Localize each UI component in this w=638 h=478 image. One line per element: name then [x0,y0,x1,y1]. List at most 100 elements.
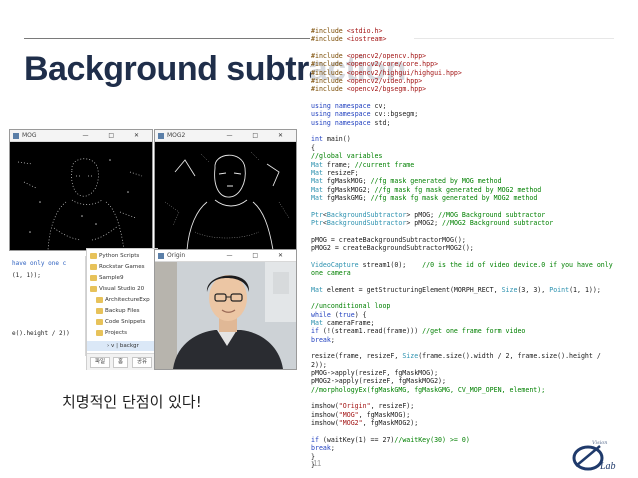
ribbon-file-button[interactable]: 파일 [90,357,111,368]
code-line: Ptr<BackgroundSubtractor> pMOG; //MOG Ba… [311,210,546,219]
folder-icon [96,297,103,303]
origin-window[interactable]: Origin — □ ✕ [154,249,297,370]
logo-mark: Lab Vision [572,440,616,472]
code-line: Mat cameraFrame; [311,319,375,328]
code-line: #include <iostream> [311,35,387,44]
folder-icon [90,275,97,281]
code-editor-fragment[interactable]: have only one c (1, 1)); e().height / 2)… [10,256,86,356]
explorer-breadcrumb[interactable]: › v | backgr [107,341,139,351]
code-line: Mat fgMaskMOG2; //fg mask fg mask genera… [311,185,542,194]
code-line: { [311,143,315,152]
code-line: VideoCapture stream1(0); //0 is the id o… [311,260,617,277]
code-line: if (!(stream1.read(frame))) //get one fr… [311,327,526,336]
code-line: //morphologyEx(fgMaskGMG, fgMaskGMG, CV_… [311,385,546,394]
editor-line: have only one c [12,260,67,267]
code-line: imshow("MOG2", fgMaskMOG2); [311,419,419,428]
folder-icon [96,330,103,336]
window-app-icon [158,253,164,259]
explorer-item[interactable]: ArchitectureExp [96,295,150,305]
folder-icon [96,319,103,325]
explorer-item[interactable]: Projects [96,328,127,338]
code-line: Mat frame; //current frame [311,160,415,169]
folder-icon [90,264,97,270]
explorer-item[interactable]: Backup Files [96,306,140,316]
window-app-icon [13,133,19,139]
code-line: using namespace cv::bgsegm; [311,110,419,119]
window-controls[interactable]: — □ ✕ [226,250,292,262]
code-line: imshow("MOG", fgMaskMOG); [311,410,411,419]
slide-caption: 치명적인 단점이 있다! [62,393,202,411]
code-line: break; [311,335,335,344]
mog2-window-title: MOG2 [167,132,186,139]
code-line: using namespace cv; [311,102,387,111]
window-app-icon [158,133,164,139]
explorer-item[interactable]: Visual Studio 20 [90,284,144,294]
code-line: #include <opencv2/bgsegm.hpp> [311,85,427,94]
mog-mask-view [10,142,152,250]
origin-window-title: Origin [167,252,186,259]
ribbon-home-button[interactable]: 홈 [113,357,129,368]
explorer-item[interactable]: Rockstar Games [90,262,145,272]
explorer-ribbon: 파일 홈 공유 [87,353,157,370]
ribbon-share-button[interactable]: 공유 [132,357,153,368]
code-line: Ptr<BackgroundSubtractor> pMOG2; //MOG2 … [311,218,554,227]
code-line: //global variables [311,152,383,161]
code-line: #include <stdio.h> [311,27,383,35]
code-line: pMOG2->apply(resizeF, fgMaskMOG2); [311,377,446,386]
folder-icon [96,308,103,314]
folder-icon [90,286,97,292]
code-line: imshow("Origin", resizeF); [311,402,415,411]
code-listing: #include <stdio.h> #include <iostream> #i… [311,27,617,470]
code-line: using namespace std; [311,118,391,127]
editor-line: e().height / 2)) [12,330,70,337]
editor-line: (1, 1)); [12,272,41,279]
mog-window-titlebar[interactable]: MOG — □ ✕ [10,130,152,142]
code-line: Mat resizeF; [311,168,359,177]
code-line: pMOG->apply(resizeF, fgMaskMOG); [311,369,439,378]
window-controls[interactable]: — □ ✕ [226,130,292,142]
origin-camera-view [155,262,296,369]
mog-window[interactable]: MOG — □ ✕ [9,129,153,251]
code-line: Mat fgMaskMOG; //fg mask generated by MO… [311,177,502,186]
code-line: pMOG2 = createBackgroundSubtractorMOG2()… [311,243,474,252]
code-line: //unconditional loop [311,302,391,311]
code-line: #include <opencv2/opencv.hpp> [311,52,427,61]
page-number: 11 [313,459,322,468]
mog2-mask-image [155,142,296,250]
code-line: Mat element = getStructuringElement(MORP… [311,285,601,294]
file-explorer[interactable]: Python Scripts Rockstar Games Sample9 Vi… [86,248,158,370]
folder-icon [90,253,97,259]
window-controls[interactable]: — □ ✕ [82,130,148,142]
origin-camera-image [155,262,296,369]
code-line: int main() [311,135,351,144]
code-line: #include <opencv2/core/core.hpp> [311,60,439,69]
origin-window-titlebar[interactable]: Origin — □ ✕ [155,250,296,262]
logo-text: Lab [599,461,616,472]
logo-script: Vision [592,440,608,446]
code-line: while (true) { [311,310,367,319]
mog2-mask-view [155,142,296,250]
explorer-item[interactable]: Sample9 [90,273,124,283]
code-line: resize(frame, resizeF, Size(frame.size()… [311,352,605,369]
code-line: #include <opencv2/video.hpp> [311,77,423,86]
header-rule-left [24,38,310,39]
code-line: Mat fgMaskGMG; //fg mask fg mask generat… [311,193,538,202]
mog2-window[interactable]: MOG2 — □ ✕ [154,129,297,251]
mog2-window-titlebar[interactable]: MOG2 — □ ✕ [155,130,296,142]
explorer-item[interactable]: Code Snippets [96,317,145,327]
code-line: #include <opencv2/highgui/highgui.hpp> [311,68,462,77]
code-line: pMOG = createBackgroundSubtractorMOG(); [311,235,466,244]
mog-mask-image [10,142,152,250]
explorer-item[interactable]: Python Scripts [90,251,139,261]
